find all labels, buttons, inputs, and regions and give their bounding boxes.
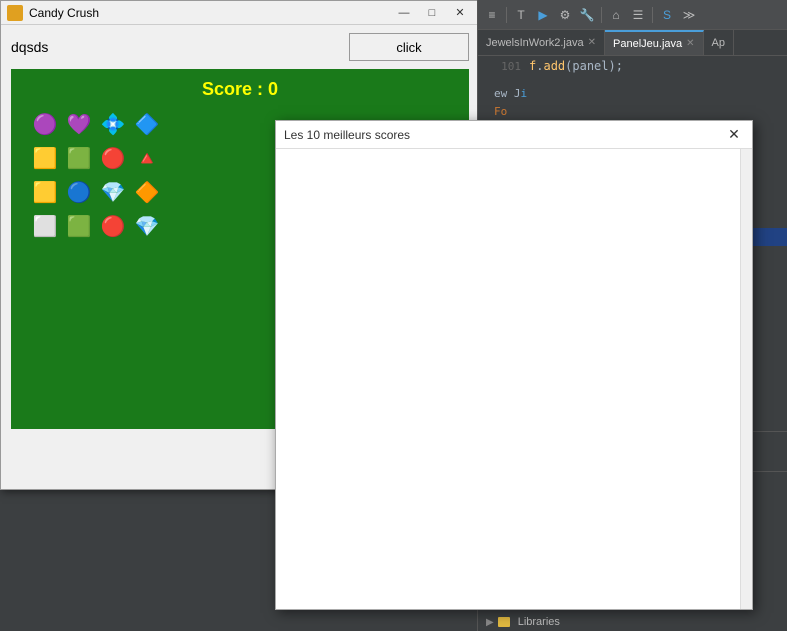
- toolbar-icon-8[interactable]: ≫: [679, 5, 699, 25]
- window-controls: — □ ✕: [391, 4, 473, 22]
- list-item[interactable]: 🟨: [29, 176, 61, 208]
- code-line-item: Fo: [486, 102, 787, 120]
- code-line-101: 101 f.add(panel);: [478, 56, 787, 76]
- list-item[interactable]: 💎: [131, 210, 163, 242]
- tab-label: JewelsInWork2.java: [486, 37, 584, 49]
- toolbar-separator-2: [601, 7, 602, 23]
- tab-close-active-icon[interactable]: ✕: [686, 38, 694, 49]
- maximize-button[interactable]: □: [419, 4, 445, 22]
- toolbar-icon-1[interactable]: ≡: [482, 5, 502, 25]
- code-line-item: ew Ji: [486, 84, 787, 102]
- click-button[interactable]: click: [349, 33, 469, 61]
- list-item[interactable]: 🔴: [97, 142, 129, 174]
- code-content: f.add(panel);: [529, 59, 623, 73]
- tab-jewelsInWork2[interactable]: JewelsInWork2.java ✕: [478, 30, 605, 55]
- list-item[interactable]: 🔺: [131, 142, 163, 174]
- code-paren: (panel);: [565, 59, 623, 73]
- dialog-close-button[interactable]: ✕: [724, 125, 744, 145]
- list-item[interactable]: 💎: [97, 176, 129, 208]
- candy-title-text: Candy Crush: [29, 6, 99, 20]
- candy-title-left: Candy Crush: [7, 5, 99, 21]
- tab-label-active: PanelJeu.java: [613, 38, 682, 50]
- tab-ap[interactable]: Ap: [704, 30, 734, 55]
- list-item[interactable]: 🟩: [63, 210, 95, 242]
- toolbar-icon-7[interactable]: S: [657, 5, 677, 25]
- tree-item-libraries[interactable]: ▶ Libraries: [478, 612, 787, 631]
- tab-label-ap: Ap: [712, 37, 725, 49]
- dialog-window: Les 10 meilleurs scores ✕: [275, 120, 753, 610]
- candy-app-icon: [7, 5, 23, 21]
- score-display: Score : 0: [21, 79, 459, 100]
- candy-label: dqsds: [11, 39, 48, 55]
- dialog-title: Les 10 meilleurs scores: [284, 128, 410, 142]
- expand-icon: ▶: [486, 617, 494, 628]
- toolbar-icon-4[interactable]: 🔧: [577, 5, 597, 25]
- toolbar-icon-2[interactable]: T: [511, 5, 531, 25]
- tab-panelJeu[interactable]: PanelJeu.java ✕: [605, 30, 704, 55]
- list-item[interactable]: 🔴: [97, 210, 129, 242]
- folder-icon: [498, 617, 510, 627]
- ide-tabs: JewelsInWork2.java ✕ PanelJeu.java ✕ Ap: [478, 30, 787, 56]
- candy-titlebar: Candy Crush — □ ✕: [1, 1, 479, 25]
- list-item[interactable]: 🟣: [29, 108, 61, 140]
- list-item[interactable]: 🟩: [63, 142, 95, 174]
- code-method-add: add: [543, 59, 565, 73]
- tree-item-label: Libraries: [518, 616, 560, 628]
- list-item[interactable]: ⬜: [29, 210, 61, 242]
- dialog-scrollbar[interactable]: [740, 149, 752, 609]
- candy-toolbar: dqsds click: [1, 25, 479, 69]
- toolbar-icon-3[interactable]: ⚙: [555, 5, 575, 25]
- dialog-titlebar: Les 10 meilleurs scores ✕: [276, 121, 752, 149]
- toolbar-separator: [506, 7, 507, 23]
- list-item[interactable]: 💠: [97, 108, 129, 140]
- list-item[interactable]: 💜: [63, 108, 95, 140]
- minimize-button[interactable]: —: [391, 4, 417, 22]
- close-button[interactable]: ✕: [447, 4, 473, 22]
- toolbar-icon-5[interactable]: ⌂: [606, 5, 626, 25]
- toolbar-icon-6[interactable]: ☰: [628, 5, 648, 25]
- list-item[interactable]: 🔶: [131, 176, 163, 208]
- tab-close-icon[interactable]: ✕: [588, 37, 596, 48]
- toolbar-icon-run[interactable]: ▶: [533, 5, 553, 25]
- list-item[interactable]: 🟨: [29, 142, 61, 174]
- list-item[interactable]: 🔵: [63, 176, 95, 208]
- ide-toolbar: ≡ T ▶ ⚙ 🔧 ⌂ ☰ S ≫: [478, 0, 787, 30]
- toolbar-separator-3: [652, 7, 653, 23]
- list-item[interactable]: 🔷: [131, 108, 163, 140]
- line-number: 101: [486, 60, 521, 73]
- dialog-body: [276, 149, 752, 609]
